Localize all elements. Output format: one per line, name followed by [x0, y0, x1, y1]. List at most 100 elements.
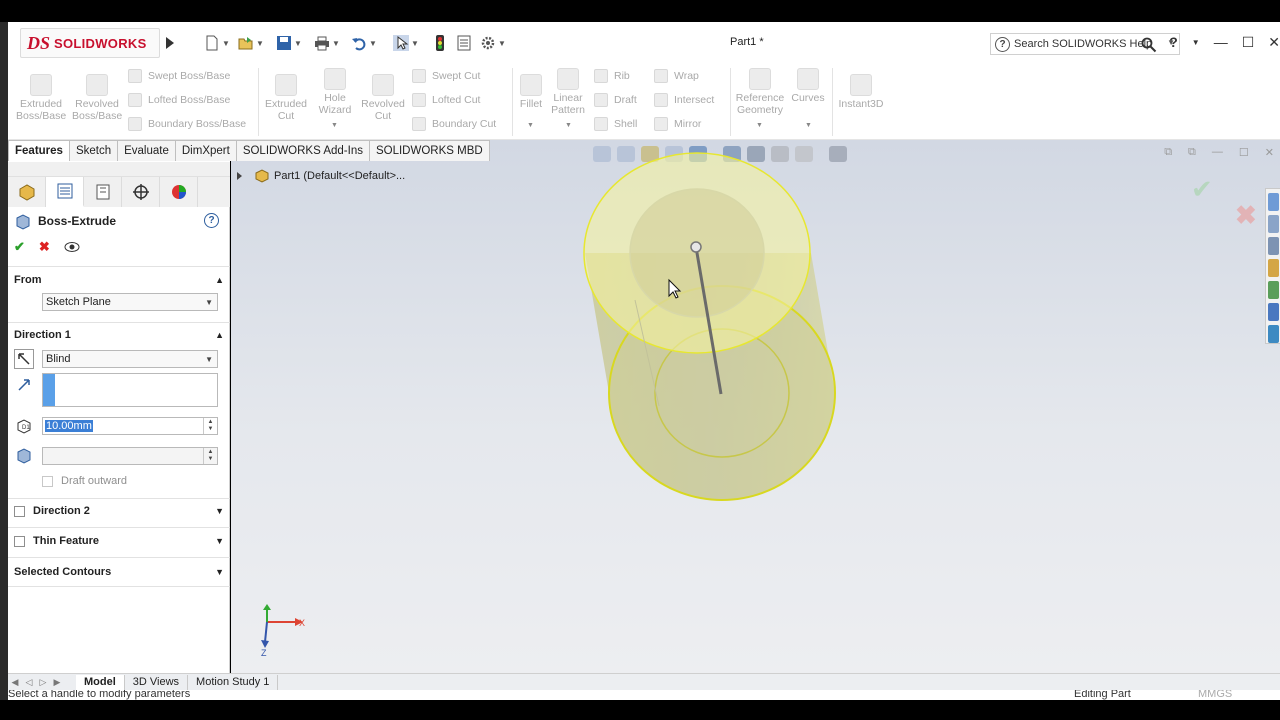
new-document-button[interactable]: ▼	[204, 34, 230, 52]
end-condition-select[interactable]: Blind ▼	[42, 350, 218, 368]
display-manager-tab[interactable]	[160, 177, 198, 207]
forum-icon[interactable]	[1267, 325, 1279, 343]
help-dropdown-icon[interactable]: ▼	[1192, 38, 1200, 51]
file-explorer-icon[interactable]	[1267, 259, 1279, 277]
draft-angle-input[interactable]: ▲ ▼	[42, 447, 218, 465]
fillet-button[interactable]: Fillet	[516, 74, 546, 110]
rebuild-button[interactable]	[432, 34, 448, 52]
mirror-button[interactable]: Mirror	[654, 117, 701, 131]
options-button[interactable]: ▼	[480, 34, 506, 52]
wrap-button[interactable]: Wrap	[654, 69, 699, 83]
open-button[interactable]: ▼	[238, 34, 264, 52]
collapse-arrow-icon[interactable]: ▲	[215, 330, 224, 340]
cancel-x-icon[interactable]: ✖	[39, 239, 50, 255]
help-search-box[interactable]: ? Search SOLIDWORKS Help ▼	[990, 33, 1180, 55]
tab-sketch[interactable]: Sketch	[68, 140, 119, 161]
intersect-button[interactable]: Intersect	[654, 93, 714, 107]
select-button[interactable]: ▼	[393, 34, 419, 52]
tab-addins[interactable]: SOLIDWORKS Add-Ins	[235, 140, 370, 161]
from-section-header[interactable]: From ▲	[14, 274, 224, 286]
viewport-maximize-icon[interactable]: ☐	[1239, 146, 1249, 159]
extruded-boss-button[interactable]: Extruded Boss/Base	[16, 74, 66, 122]
help-icon[interactable]: ?	[204, 213, 219, 228]
resources-icon[interactable]	[1267, 215, 1279, 233]
design-library-icon[interactable]	[1267, 237, 1279, 255]
depth-spinner[interactable]: ▲ ▼	[203, 418, 217, 434]
save-button[interactable]: ▼	[276, 34, 302, 52]
draft-on-off-icon[interactable]	[14, 445, 34, 465]
solidworks-logo[interactable]: DS SOLIDWORKS	[20, 28, 160, 58]
reference-geometry-dropdown-icon[interactable]: ▼	[756, 122, 763, 129]
revolved-cut-button[interactable]: Revolved Cut	[358, 74, 408, 122]
collapse-arrow-icon[interactable]: ▲	[215, 275, 224, 285]
tab-mbd[interactable]: SOLIDWORKS MBD	[368, 140, 490, 161]
draft-button[interactable]: Draft	[594, 93, 637, 107]
from-select[interactable]: Sketch Plane ▼	[42, 293, 218, 311]
panel-splitter[interactable]	[8, 162, 230, 177]
confirm-cancel-icon[interactable]: ✖	[1235, 200, 1257, 231]
prev-tab-arrow-icon[interactable]: ◁	[22, 677, 36, 688]
undo-button[interactable]: ▼	[351, 34, 377, 52]
expand-arrow-icon[interactable]: ▼	[215, 536, 224, 546]
viewport-restore-icon[interactable]: ⧉	[1164, 146, 1172, 159]
rib-button[interactable]: Rib	[594, 69, 630, 83]
thin-feature-checkbox[interactable]	[14, 535, 25, 547]
linear-pattern-dropdown-icon[interactable]: ▼	[565, 122, 572, 129]
lofted-boss-button[interactable]: Lofted Boss/Base	[128, 93, 230, 107]
last-tab-arrow-icon[interactable]: ▶	[50, 677, 64, 688]
maximize-icon[interactable]: ☐	[1242, 34, 1255, 51]
extrude-preview-cylinder[interactable]	[571, 150, 851, 530]
tab-dimxpert[interactable]: DimXpert	[174, 140, 237, 161]
graphics-area[interactable]: Part1 (Default<<Default>... ⧉ ⧉ — ☐ ✕ ✔ …	[231, 140, 1280, 675]
file-properties-button[interactable]	[456, 34, 472, 52]
boundary-boss-button[interactable]: Boundary Boss/Base	[128, 117, 246, 131]
search-icon[interactable]	[1141, 37, 1157, 53]
direction2-checkbox[interactable]	[14, 505, 25, 517]
reference-geometry-button[interactable]: Reference Geometry	[734, 68, 786, 116]
swept-boss-button[interactable]: Swept Boss/Base	[128, 69, 230, 83]
extruded-cut-button[interactable]: Extruded Cut	[262, 74, 310, 122]
status-units[interactable]: MMGS	[1198, 690, 1232, 700]
next-tab-arrow-icon[interactable]: ▷	[36, 677, 50, 688]
feature-manager-tab[interactable]	[8, 177, 46, 207]
feature-tree-flyout[interactable]: Part1 (Default<<Default>...	[237, 168, 405, 184]
preview-eye-icon[interactable]	[64, 241, 80, 253]
reverse-direction-icon[interactable]	[14, 349, 34, 369]
lofted-cut-button[interactable]: Lofted Cut	[412, 93, 480, 107]
tab-3d-views[interactable]: 3D Views	[125, 674, 189, 690]
hole-wizard-button[interactable]: Hole Wizard	[312, 68, 358, 116]
expand-arrow-icon[interactable]: ▼	[215, 567, 224, 577]
thin-feature-section-header[interactable]: Thin Feature ▼	[14, 535, 224, 547]
viewport-minimize-icon[interactable]: —	[1212, 146, 1223, 159]
draft-outward-checkbox[interactable]: Draft outward	[42, 475, 127, 487]
direction-selection-box[interactable]	[42, 373, 218, 407]
tab-features[interactable]: Features	[8, 140, 70, 161]
direction2-section-header[interactable]: Direction 2 ▼	[14, 505, 224, 517]
confirm-ok-icon[interactable]: ✔	[1191, 174, 1213, 205]
curves-dropdown-icon[interactable]: ▼	[805, 122, 812, 129]
help-question-icon[interactable]: ?	[1169, 34, 1178, 51]
hole-wizard-dropdown-icon[interactable]: ▼	[331, 122, 338, 129]
direction1-section-header[interactable]: Direction 1 ▲	[14, 329, 224, 341]
expand-arrow-icon[interactable]	[237, 172, 242, 180]
viewport-tile-icon[interactable]: ⧉	[1188, 146, 1196, 159]
expand-arrow-icon[interactable]: ▼	[215, 506, 224, 516]
tab-model[interactable]: Model	[76, 674, 125, 690]
appearances-icon[interactable]	[1267, 281, 1279, 299]
tab-motion-study[interactable]: Motion Study 1	[188, 674, 279, 690]
custom-properties-icon[interactable]	[1267, 303, 1279, 321]
swept-cut-button[interactable]: Swept Cut	[412, 69, 480, 83]
boundary-cut-button[interactable]: Boundary Cut	[412, 117, 496, 131]
linear-pattern-button[interactable]: Linear Pattern	[546, 68, 590, 116]
home-icon[interactable]	[1267, 193, 1279, 211]
dimxpert-manager-tab[interactable]	[122, 177, 160, 207]
property-manager-tab[interactable]	[46, 177, 84, 207]
first-tab-arrow-icon[interactable]: ◀	[8, 677, 22, 688]
configuration-manager-tab[interactable]	[84, 177, 122, 207]
ok-check-icon[interactable]: ✔	[14, 239, 25, 255]
print-button[interactable]: ▼	[314, 34, 340, 52]
tab-evaluate[interactable]: Evaluate	[117, 140, 176, 161]
viewport-close-icon[interactable]: ✕	[1265, 146, 1274, 159]
fillet-dropdown-icon[interactable]: ▼	[527, 122, 534, 129]
instant3d-button[interactable]: Instant3D	[834, 74, 888, 110]
